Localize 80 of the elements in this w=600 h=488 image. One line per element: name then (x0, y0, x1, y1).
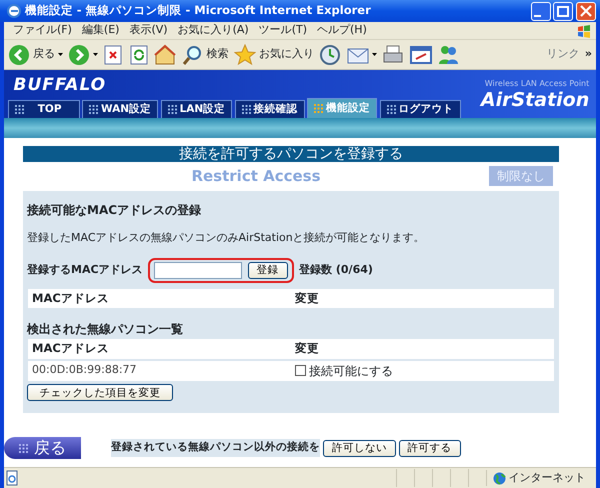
edit-button[interactable] (410, 44, 432, 66)
dots-icon (89, 105, 98, 114)
maximize-icon (557, 6, 570, 16)
column-header: MACアドレス (31, 340, 110, 358)
nav-tab[interactable]: TOP (8, 100, 80, 120)
back-button[interactable]: 戻る (8, 44, 62, 66)
search-button[interactable]: 検索 (182, 44, 228, 66)
mac-address-field[interactable] (154, 262, 242, 278)
back-button[interactable]: 戻る (4, 437, 81, 460)
status-zone: インターネット (508, 470, 586, 486)
logo: BUFFALO (12, 74, 108, 97)
back-icon (8, 44, 30, 66)
nav-tab[interactable]: WAN設定 (82, 100, 158, 120)
column-header: MACアドレス (31, 290, 110, 307)
dots-icon (314, 104, 324, 114)
history-button[interactable] (319, 44, 342, 66)
menu-item[interactable]: お気に入り(A) (172, 22, 254, 39)
refresh-button[interactable] (128, 44, 149, 66)
caret-icon (58, 53, 62, 56)
minimize-icon (534, 14, 542, 17)
chevron-button[interactable]: » (584, 46, 592, 63)
star-icon (234, 44, 256, 66)
dots-icon (168, 105, 177, 114)
globe-icon (492, 472, 506, 484)
home-button[interactable] (154, 44, 176, 66)
menu-item[interactable]: 表示(V) (124, 22, 173, 39)
section-title: 接続可能なMACアドレスの登録 (27, 202, 202, 219)
description: 登録したMACアドレスの無線パソコンのみAirStationと接続が可能となります。 (27, 230, 426, 246)
brand-name: AirStation (480, 90, 590, 110)
checkbox-label: 接続可能にする (308, 362, 393, 380)
column-header: 変更 (294, 290, 320, 307)
forward-button[interactable] (68, 44, 98, 66)
menu-item[interactable]: ヘルプ(H) (312, 22, 372, 39)
column-header: 変更 (294, 340, 320, 358)
edit-icon (410, 44, 432, 66)
favorites-button[interactable]: お気に入り (234, 44, 314, 66)
page-icon (4, 470, 20, 486)
close-icon (580, 5, 592, 17)
register-count: 登録数 (0/64) (299, 262, 373, 278)
window-title: 機能設定 - 無線パソコン制限 - Microsoft Internet Explorer (24, 2, 372, 20)
option-button[interactable]: 許可しない (322, 440, 396, 457)
dots-icon (242, 105, 251, 114)
minimize-button[interactable] (530, 2, 550, 20)
printer-icon (382, 44, 404, 66)
nav-tab[interactable]: ログアウト (380, 100, 461, 120)
menu-item[interactable]: ファイル(F) (8, 22, 77, 39)
search-icon (182, 44, 204, 66)
caret-icon (372, 53, 376, 56)
windows-flag-icon (576, 24, 592, 38)
change-checked-button[interactable]: チェックした項目を変更 (27, 384, 173, 402)
dots-icon (386, 105, 396, 114)
messenger-button[interactable] (437, 44, 459, 66)
refresh-icon (128, 44, 149, 66)
nav-tab[interactable]: 接続確認 (234, 100, 305, 120)
page-heading: 接続を許可するパソコンを登録する (23, 146, 559, 162)
nav-tab[interactable]: LAN設定 (160, 100, 232, 120)
option-button[interactable]: 許可する (398, 440, 460, 457)
register-button[interactable]: 登録 (248, 262, 288, 278)
mac-address: 00:0D:0B:99:88:77 (31, 362, 138, 378)
menu-item[interactable]: 編集(E) (76, 22, 124, 39)
forward-icon (68, 44, 90, 66)
menu-item[interactable]: ツール(T) (254, 22, 312, 39)
home-icon (154, 44, 176, 66)
stop-button[interactable] (103, 44, 124, 66)
connection-label: 登録されている無線パソコン以外の接続を (111, 439, 320, 458)
links-button[interactable]: リンク (546, 46, 580, 63)
page-subtitle: Restrict Access (190, 166, 322, 187)
print-button[interactable] (382, 44, 404, 66)
dots-icon (19, 444, 28, 453)
close-button[interactable] (576, 2, 596, 20)
clock-icon (319, 44, 342, 66)
dots-icon (15, 105, 24, 114)
people-icon (437, 44, 459, 66)
tagline: Wireless LAN Access Point (484, 78, 590, 90)
stop-icon (103, 44, 124, 66)
caret-icon (92, 53, 98, 56)
checkbox[interactable] (295, 365, 306, 376)
field-label: 登録するMACアドレス (27, 262, 143, 278)
section-title: 検出された無線パソコン一覧 (27, 321, 184, 338)
maximize-button[interactable] (553, 2, 574, 20)
